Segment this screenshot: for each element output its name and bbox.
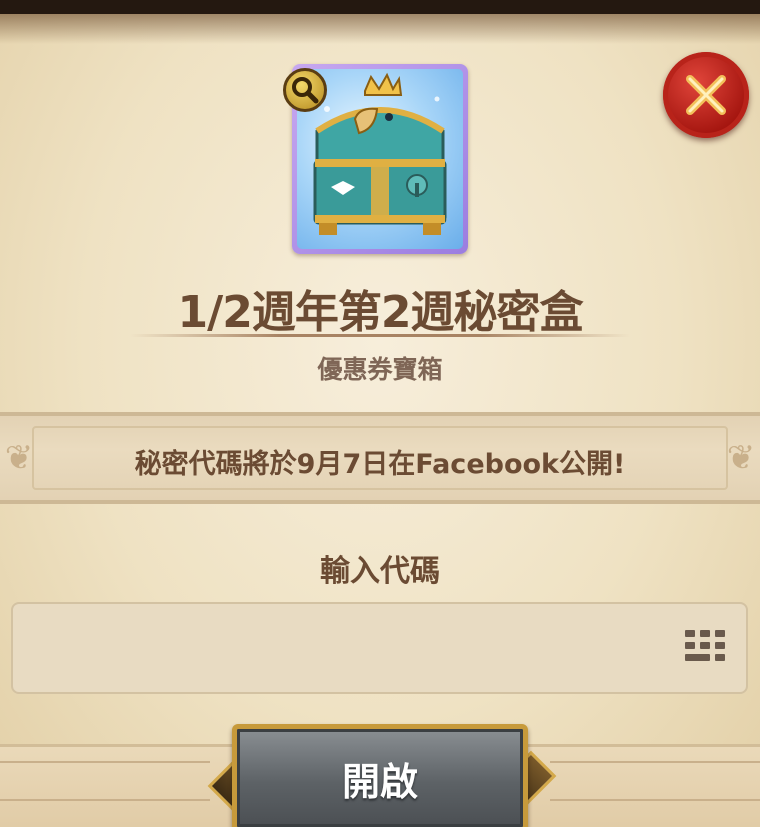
close-button[interactable]	[663, 52, 749, 138]
close-x-icon	[686, 75, 726, 115]
code-input[interactable]	[11, 602, 748, 694]
code-input-label: 輸入代碼	[320, 554, 440, 589]
title-divider	[130, 334, 630, 337]
item-title: 1/2週年第2週秘密盒	[177, 287, 584, 338]
keypad-icon[interactable]	[683, 626, 727, 670]
ornament-right	[550, 761, 760, 801]
notice-banner: ❦ ❦ 秘密代碼將於9月7日在Facebook公開!	[0, 412, 760, 504]
open-button[interactable]: 開啟	[232, 724, 528, 827]
secret-box-dialog: 1/2週年第2週秘密盒 優惠券寶箱 ❦ ❦ 秘密代碼將於9月7日在Faceboo…	[0, 0, 760, 827]
notice-text: 秘密代碼將於9月7日在Facebook公開!	[134, 449, 626, 480]
ornament-left	[0, 761, 210, 801]
open-button-label: 開啟	[341, 759, 418, 804]
magnifier-icon[interactable]	[283, 68, 327, 112]
item-subtitle: 優惠券寶箱	[317, 355, 443, 384]
